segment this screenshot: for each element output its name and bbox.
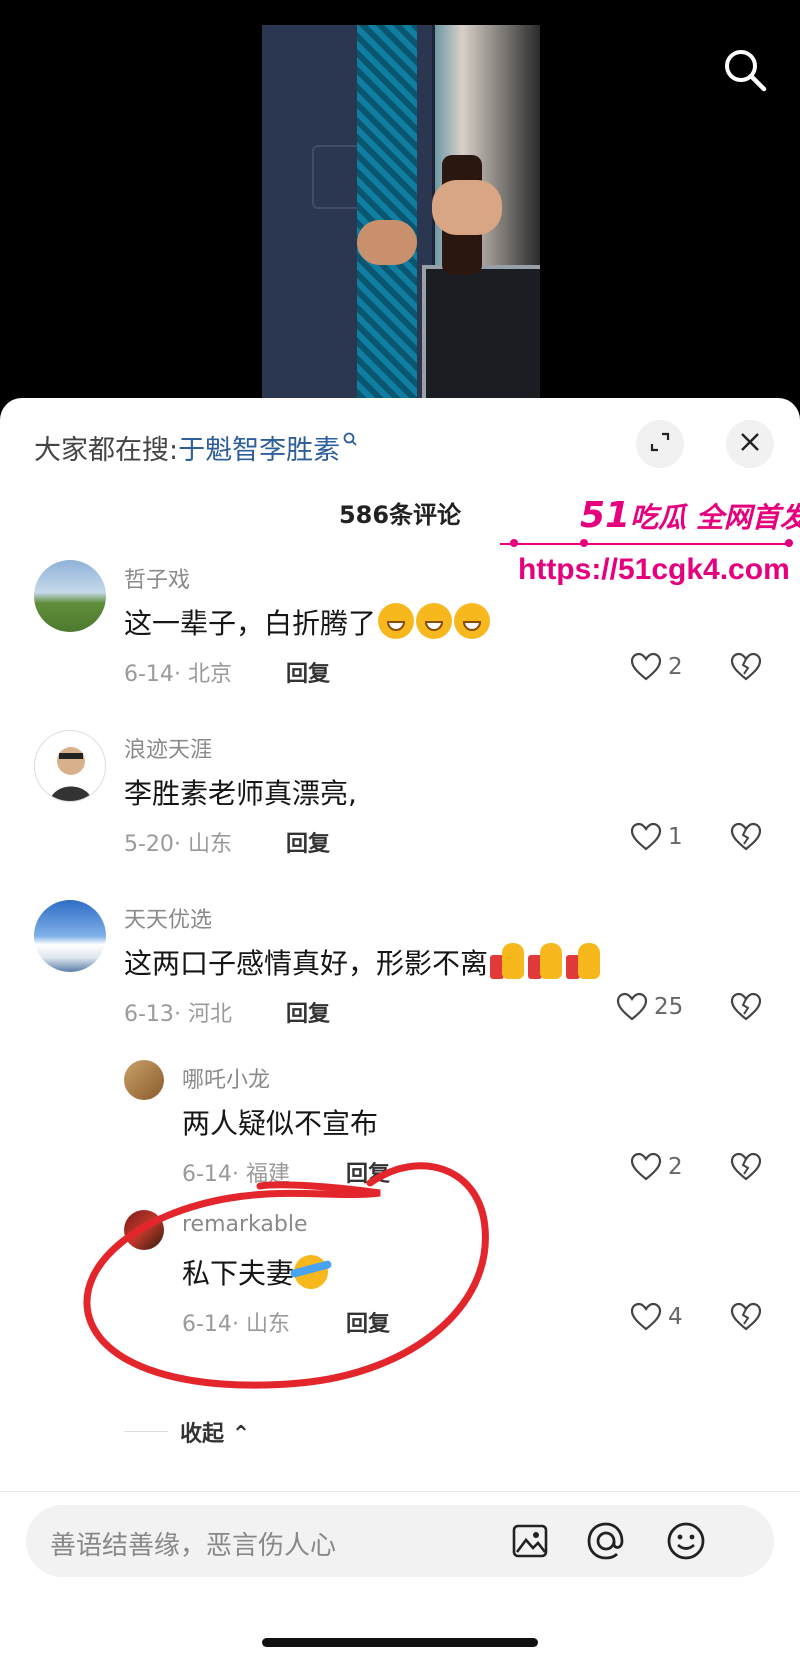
watermark-url: https://51cgk4.com	[518, 553, 790, 586]
like-button[interactable]: 1	[630, 822, 683, 852]
broken-heart-icon	[730, 1302, 762, 1331]
heart-icon	[616, 992, 648, 1021]
search-icon[interactable]	[720, 45, 770, 95]
comment-meta: 6-14· 北京	[124, 662, 232, 687]
thumbs-up-emoji	[490, 943, 526, 979]
comment-input-bar[interactable]: 善语结善缘，恶言伤人心	[26, 1505, 774, 1577]
collapse-replies-button[interactable]: 收起 ⌃	[180, 1416, 250, 1448]
laughing-emoji	[378, 603, 415, 639]
laughing-emoji	[416, 603, 453, 639]
expand-button[interactable]	[636, 420, 684, 468]
heart-icon	[630, 822, 662, 851]
home-indicator	[262, 1638, 538, 1647]
video-frame	[262, 25, 540, 405]
hot-search[interactable]: 大家都在搜:于魁智李胜素	[34, 428, 360, 467]
watermark-brand: 51吃瓜 全网首发	[580, 495, 800, 536]
reply-button[interactable]: 回复	[286, 826, 330, 858]
comment-meta: 6-13· 河北	[124, 1002, 232, 1027]
like-count: 1	[668, 824, 683, 850]
close-icon	[739, 431, 761, 457]
annotation-circle	[83, 1162, 489, 1389]
image-icon[interactable]	[506, 1517, 554, 1565]
like-count: 2	[668, 654, 683, 680]
comment-text: 李胜素老师真漂亮,	[124, 777, 357, 810]
like-count: 2	[668, 1154, 683, 1180]
search-small-icon	[343, 432, 357, 446]
watermark: 51吃瓜 全网首发 https://51cgk4.com	[500, 495, 800, 605]
thumbs-up-emoji	[528, 943, 564, 979]
reply-button[interactable]: 回复	[286, 996, 330, 1028]
close-button[interactable]	[726, 420, 774, 468]
broken-heart-icon	[730, 1152, 762, 1181]
like-button[interactable]: 2	[630, 652, 683, 682]
video-player[interactable]	[0, 0, 800, 420]
comment-username[interactable]: 哲子戏	[124, 562, 190, 594]
heart-icon	[630, 1302, 662, 1331]
thumbs-up-emoji	[566, 943, 602, 979]
comment-username[interactable]: 天天优选	[124, 902, 212, 934]
dislike-button[interactable]	[730, 1302, 762, 1336]
comment-text: 这两口子感情真好，形影不离	[124, 942, 602, 982]
like-count: 4	[668, 1304, 683, 1330]
like-button[interactable]: 4	[630, 1302, 683, 1332]
avatar[interactable]	[34, 730, 106, 802]
comment-text: 这一辈子，白折腾了	[124, 602, 491, 642]
dislike-button[interactable]	[730, 652, 762, 686]
at-icon[interactable]	[582, 1517, 630, 1565]
hot-search-keyword[interactable]: 于魁智李胜素	[178, 435, 340, 466]
like-button[interactable]: 2	[630, 1152, 683, 1182]
reply-button[interactable]: 回复	[286, 656, 330, 688]
broken-heart-icon	[730, 652, 762, 681]
dislike-button[interactable]	[730, 822, 762, 856]
heart-icon	[630, 652, 662, 681]
broken-heart-icon	[730, 822, 762, 851]
comment-meta: 5-20· 山东	[124, 832, 232, 857]
dislike-button[interactable]	[730, 992, 762, 1026]
broken-heart-icon	[730, 992, 762, 1021]
chevron-up-icon: ⌃	[231, 1422, 251, 1447]
comment-text: 两人疑似不宣布	[182, 1107, 379, 1140]
comment-username[interactable]: 哪吒小龙	[182, 1062, 270, 1094]
like-count: 25	[654, 994, 684, 1020]
expand-icon	[648, 430, 672, 458]
heart-icon	[630, 1152, 662, 1181]
hot-search-prefix: 大家都在搜:	[34, 435, 179, 466]
avatar[interactable]	[34, 900, 106, 972]
dislike-button[interactable]	[730, 1152, 762, 1186]
smiley-icon[interactable]	[662, 1517, 710, 1565]
avatar[interactable]	[124, 1060, 164, 1100]
comment-username[interactable]: 浪迹天涯	[124, 732, 212, 764]
like-button[interactable]: 25	[616, 992, 683, 1022]
comment-input[interactable]: 善语结善缘，恶言伤人心	[50, 1525, 336, 1562]
avatar[interactable]	[34, 560, 106, 632]
laughing-emoji	[454, 603, 491, 639]
comment-sheet: 大家都在搜:于魁智李胜素 586条评论 51吃瓜 全网首发 https://51…	[0, 398, 800, 1662]
